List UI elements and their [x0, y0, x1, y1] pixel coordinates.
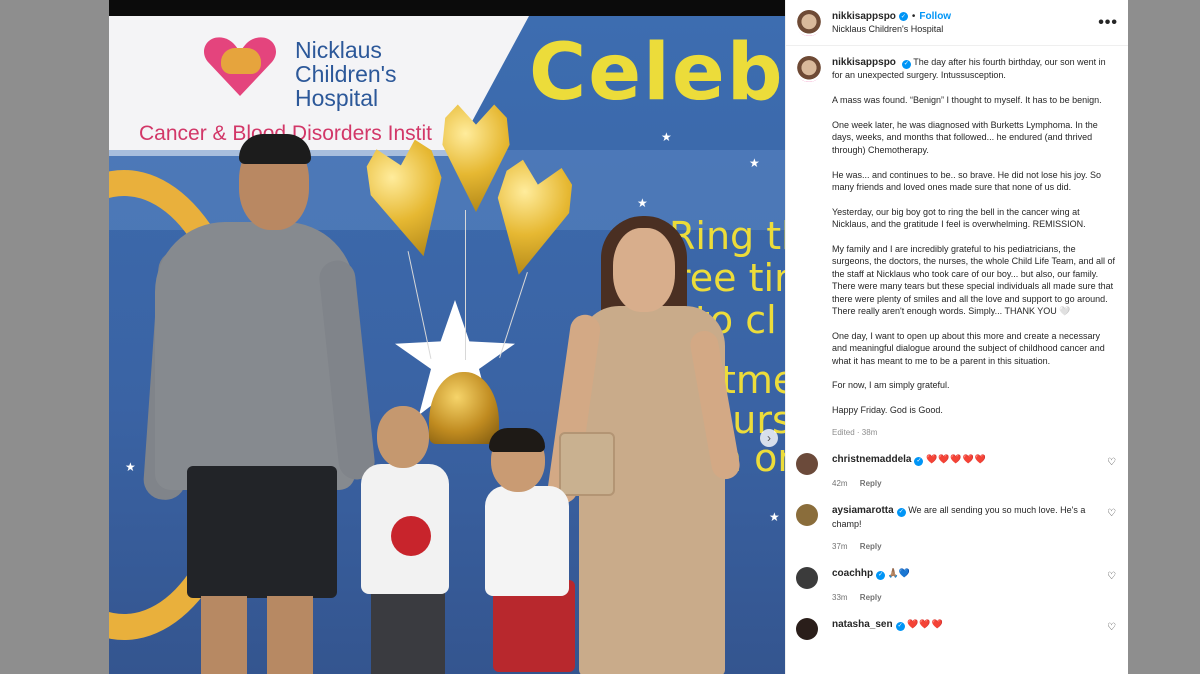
comment-time[interactable]: 37m	[832, 542, 848, 551]
boy-face	[377, 406, 429, 468]
caption-paragraph: One week later, he was diagnosed with Bu…	[832, 120, 1098, 155]
comment: natasha_sen ✓ ❤️❤️❤️ ♡	[796, 618, 1116, 641]
man-hair	[239, 134, 311, 164]
comment-body: coachhp ✓ 🙏🏽💙 33m Reply	[832, 567, 1094, 604]
comment-meta: 37m Reply	[832, 541, 1094, 553]
post-photo[interactable]: Nicklaus Children's Hospital Cancer & Bl…	[109, 0, 785, 674]
commenter-username[interactable]: christnemaddela	[832, 454, 911, 465]
verified-badge-icon: ✓	[914, 457, 924, 467]
woman-face	[613, 228, 675, 312]
comment: coachhp ✓ 🙏🏽💙 33m Reply ♡	[796, 567, 1116, 604]
commenter-avatar[interactable]	[796, 567, 818, 590]
comment-meta: 33m Reply	[832, 592, 1094, 604]
caption-paragraph: Happy Friday. God is Good.	[832, 405, 943, 416]
celebrate-wall-text: Celeb	[529, 28, 785, 118]
caption-text: nikkisappspo ✓ The day after his fourth b…	[832, 56, 1116, 439]
boy-shirt	[485, 486, 569, 596]
verified-badge-icon: ✓	[896, 507, 906, 517]
hospital-name-line3: Hospital	[295, 85, 379, 111]
man-shirt	[155, 222, 355, 490]
comment: aysiamarotta ✓ We are all sending you so …	[796, 504, 1116, 553]
like-comment-heart-icon[interactable]: ♡	[1107, 457, 1116, 468]
edited-timestamp: Edited · 38m	[832, 428, 878, 438]
verified-badge-icon: ✓	[895, 622, 905, 631]
author-avatar[interactable]	[796, 9, 822, 36]
spiderman-print	[391, 516, 431, 556]
hospital-logo-bear	[221, 48, 261, 74]
caption-paragraph: He was... and continues to be.. so brave…	[832, 169, 1101, 193]
caption-username[interactable]: nikkisappspo	[832, 57, 896, 68]
hospital-name-line1: Nicklaus	[295, 37, 382, 63]
commenter-avatar[interactable]	[796, 618, 818, 641]
comment-text: ❤️❤️❤️	[907, 619, 944, 630]
commenter-username[interactable]: aysiamarotta	[832, 505, 894, 516]
comment-body: christnemaddela ✓ ❤️❤️❤️❤️❤️ 42m Reply	[832, 453, 1094, 490]
caption-paragraph: One day, I want to open up about this mo…	[832, 330, 1105, 366]
man-leg	[201, 596, 247, 674]
comments-scroll-area[interactable]: nikkisappspo ✓ The day after his fourth b…	[786, 46, 1128, 674]
like-comment-heart-icon[interactable]: ♡	[1107, 508, 1116, 519]
star-decoration: ★	[749, 156, 760, 170]
verified-badge-icon: ✓	[901, 59, 911, 69]
location-link[interactable]: Nicklaus Children's Hospital	[832, 24, 1098, 34]
comment: christnemaddela ✓ ❤️❤️❤️❤️❤️ 42m Reply ♡	[796, 453, 1116, 490]
caption-paragraph: Yesterday, our big boy got to ring the b…	[832, 206, 1086, 230]
boy-pants	[371, 588, 445, 674]
comment-time[interactable]: 33m	[832, 593, 848, 602]
post-header: nikkisappspo ✓ • Follow Nicklaus Childre…	[786, 0, 1128, 46]
balloon-string	[465, 210, 466, 360]
commenter-avatar[interactable]	[796, 453, 818, 476]
comment-time[interactable]: 42m	[832, 479, 848, 488]
man-leg	[267, 596, 313, 674]
man-shorts	[187, 466, 337, 598]
caption-paragraph: For now, I am simply grateful.	[832, 380, 950, 391]
star-decoration: ★	[637, 196, 648, 210]
like-comment-heart-icon[interactable]: ♡	[1107, 571, 1116, 582]
reply-button[interactable]: Reply	[860, 593, 882, 602]
commenter-username[interactable]: coachhp	[832, 568, 873, 579]
author-username[interactable]: nikkisappspo	[832, 11, 896, 22]
caption: nikkisappspo ✓ The day after his fourth b…	[796, 56, 1116, 439]
caption-paragraph: My family and I are incredibly grateful …	[832, 244, 1115, 317]
reply-button[interactable]: Reply	[860, 479, 882, 488]
star-decoration: ★	[661, 130, 672, 144]
reply-button[interactable]: Reply	[860, 542, 882, 551]
author-avatar[interactable]	[796, 56, 822, 82]
verified-badge-icon: ✓	[898, 12, 908, 21]
author-info: nikkisappspo ✓ • Follow Nicklaus Childre…	[832, 11, 1098, 34]
separator-dot: •	[911, 11, 916, 22]
handbag	[559, 432, 615, 496]
comment-text: ❤️❤️❤️❤️❤️	[926, 454, 988, 465]
balloon-string	[499, 272, 528, 358]
comment-meta: 42m Reply	[832, 478, 1094, 490]
commenter-avatar[interactable]	[796, 504, 818, 527]
like-comment-heart-icon[interactable]: ♡	[1107, 622, 1116, 633]
verified-badge-icon: ✓	[876, 571, 886, 581]
hospital-name-line2: Children's	[295, 61, 397, 87]
star-decoration: ★	[125, 460, 136, 474]
next-photo-button[interactable]: ›	[760, 429, 778, 447]
boy-hair	[489, 428, 545, 452]
star-decoration: ★	[769, 510, 780, 524]
comment-body: natasha_sen ✓ ❤️❤️❤️	[832, 618, 1094, 640]
post-modal: Nicklaus Children's Hospital Cancer & Bl…	[109, 0, 1128, 674]
caption-paragraph: A mass was found. “Benign” I thought to …	[832, 95, 1102, 106]
wall-text-line: tmen	[721, 358, 785, 402]
post-side-panel: nikkisappspo ✓ • Follow Nicklaus Childre…	[785, 0, 1128, 674]
more-options-icon[interactable]: •••	[1098, 14, 1118, 31]
comment-body: aysiamarotta ✓ We are all sending you so …	[832, 504, 1094, 553]
comment-text: 🙏🏽💙	[887, 568, 911, 579]
wall-text-line: ree tim	[675, 256, 785, 300]
commenter-username[interactable]: natasha_sen	[832, 619, 893, 630]
follow-button[interactable]: Follow	[919, 11, 951, 22]
